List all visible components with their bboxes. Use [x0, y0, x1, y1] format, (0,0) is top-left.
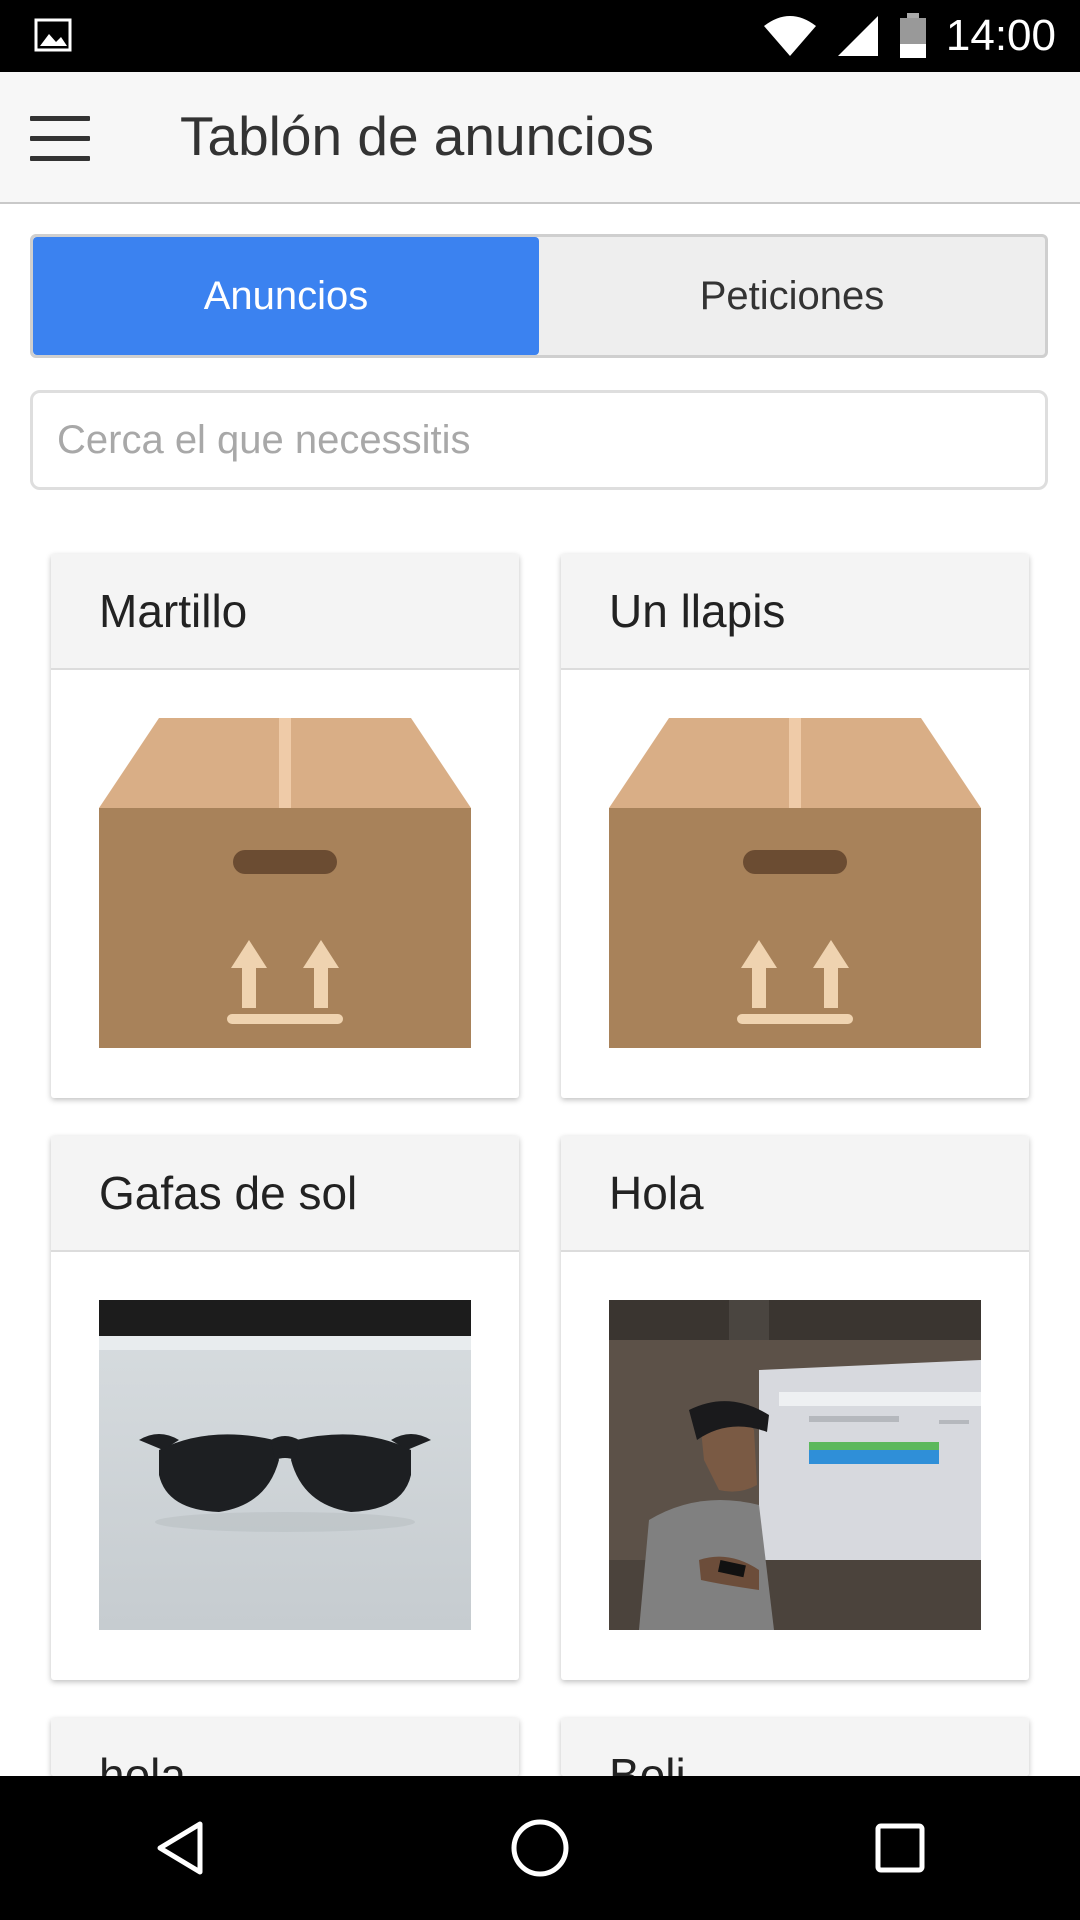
ad-card[interactable]: Martillo: [51, 554, 519, 1098]
back-icon[interactable]: [140, 1808, 220, 1888]
card-title: Boli: [561, 1718, 1029, 1776]
ad-card[interactable]: Boli: [561, 1718, 1029, 1776]
card-title: Martillo: [51, 554, 519, 670]
hamburger-menu-icon[interactable]: [30, 116, 90, 162]
ad-card[interactable]: Gafas de sol: [51, 1136, 519, 1680]
page-title: Tablón de anuncios: [180, 105, 654, 167]
box-placeholder-image: [99, 718, 471, 1048]
wifi-icon: [763, 16, 816, 56]
sunglasses-photo: [99, 1300, 471, 1630]
app-bar: Tablón de anuncios: [0, 72, 1080, 204]
tab-peticiones[interactable]: Peticiones: [539, 237, 1045, 355]
card-title: Un llapis: [561, 554, 1029, 670]
person-photo: [609, 1300, 981, 1630]
home-icon[interactable]: [500, 1808, 580, 1888]
navigation-bar: [0, 1776, 1080, 1920]
status-bar: 14:00: [0, 0, 1080, 72]
search-input[interactable]: [33, 393, 1045, 487]
tab-bar: Anuncios Peticiones: [30, 234, 1048, 358]
card-title: hola: [51, 1718, 519, 1776]
card-title: Hola: [561, 1136, 1029, 1252]
search-box: [30, 390, 1048, 490]
box-placeholder-image: [609, 718, 981, 1048]
ad-card[interactable]: hola: [51, 1718, 519, 1776]
tab-anuncios[interactable]: Anuncios: [33, 237, 539, 355]
card-title: Gafas de sol: [51, 1136, 519, 1252]
status-time: 14:00: [945, 11, 1056, 60]
ad-card[interactable]: Un llapis: [561, 554, 1029, 1098]
ad-card[interactable]: Hola: [561, 1136, 1029, 1680]
signal-icon: [837, 16, 878, 56]
battery-icon: [899, 13, 926, 58]
image-icon: [34, 18, 72, 52]
recents-icon[interactable]: [860, 1808, 940, 1888]
